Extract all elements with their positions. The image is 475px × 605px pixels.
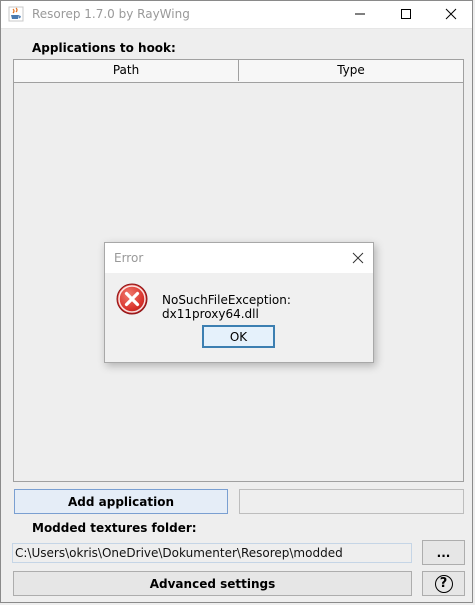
error-dialog: Error NoSuchFileException: dx11proxy64.d… <box>104 242 374 363</box>
table-header: Path Type <box>14 60 463 83</box>
close-icon <box>352 252 364 264</box>
textures-path-field[interactable]: C:\Users\okris\OneDrive\Dokumenter\Resor… <box>12 543 412 563</box>
maximize-button[interactable] <box>383 1 429 27</box>
dialog-close-button[interactable] <box>343 243 373 273</box>
dialog-message: NoSuchFileException: dx11proxy64.dll <box>162 293 291 321</box>
dialog-title: Error <box>114 251 144 265</box>
ok-button[interactable]: OK <box>202 325 275 348</box>
column-header-path[interactable]: Path <box>14 60 239 81</box>
window-title: Resorep 1.7.0 by RayWing <box>32 7 190 21</box>
maximize-icon <box>401 9 411 19</box>
help-icon: ? <box>434 574 453 593</box>
applications-label: Applications to hook: <box>32 41 176 55</box>
browse-button[interactable]: ... <box>422 540 465 565</box>
advanced-settings-button[interactable]: Advanced settings <box>13 571 412 596</box>
type-panel <box>239 489 464 514</box>
minimize-icon <box>355 13 365 15</box>
close-icon <box>445 8 457 20</box>
dialog-title-bar[interactable]: Error <box>105 243 373 273</box>
close-button[interactable] <box>428 1 474 27</box>
java-cup-icon <box>8 6 24 22</box>
column-header-type[interactable]: Type <box>239 60 463 81</box>
textures-label: Modded textures folder: <box>32 521 197 535</box>
help-button[interactable]: ? <box>422 571 465 596</box>
main-window: Resorep 1.7.0 by RayWing Applications to… <box>0 0 473 603</box>
error-icon <box>116 283 148 315</box>
minimize-button[interactable] <box>337 1 383 27</box>
add-application-button[interactable]: Add application <box>14 489 228 514</box>
title-bar[interactable]: Resorep 1.7.0 by RayWing <box>1 1 472 29</box>
